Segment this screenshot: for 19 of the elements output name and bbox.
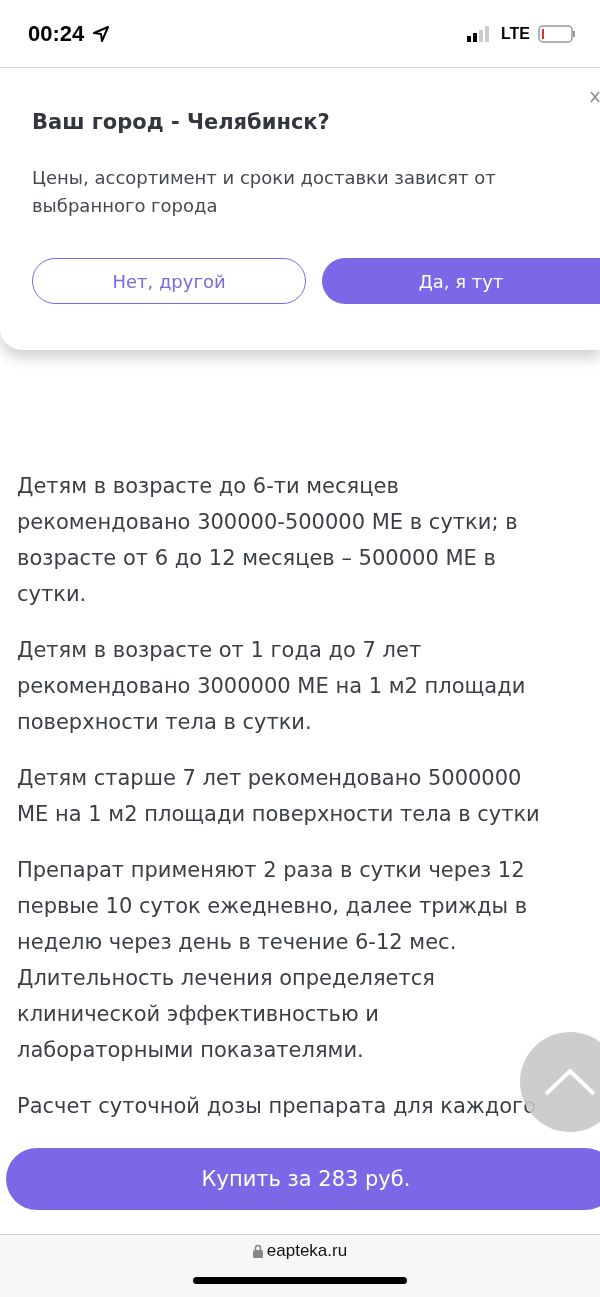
chevron-up-icon bbox=[544, 1068, 596, 1096]
paragraph: Расчет суточной дозы препарата для каждого bbox=[17, 1093, 537, 1120]
confirm-city-button[interactable]: Да, я тут bbox=[322, 258, 600, 304]
home-indicator[interactable] bbox=[193, 1277, 407, 1284]
other-city-button[interactable]: Нет, другой bbox=[32, 258, 306, 304]
paragraph: Детям в возрасте до 6-ти месяцев рекомендовано 300000-500000 МЕ в сутки; в возрасте от 6 до 12 месяцев – 500000 МЕ в сутки. bbox=[17, 473, 519, 608]
network-type: LTE bbox=[500, 24, 530, 43]
lock-icon bbox=[252, 1244, 263, 1258]
popup-title: Ваш город - Челябинск? bbox=[32, 110, 330, 134]
close-icon[interactable] bbox=[590, 90, 600, 104]
paragraph: Детям в возрасте от 1 года до 7 лет рекомендовано 3000000 МЕ на 1 м2 площади поверхности тела в сутки. bbox=[17, 637, 527, 736]
paragraph: Препарат применяют 2 раза в сутки через 12 первые 10 суток ежедневно, далее трижды в неделю через день в течение 6-12 мес. Длительность лечения определяется клинической эффективностью и лабораторными показателями. bbox=[17, 857, 529, 1064]
location-arrow-icon bbox=[92, 24, 111, 43]
buy-button[interactable]: Купить за 283 руб. bbox=[6, 1148, 600, 1210]
popup-text: Цены, ассортимент и сроки доставки зависят от выбранного города bbox=[32, 166, 497, 218]
page-url[interactable]: eapteka.ru bbox=[266, 1241, 348, 1261]
battery-icon bbox=[538, 24, 576, 43]
clock-time: 00:24 bbox=[28, 20, 85, 47]
paragraph: Детям старше 7 лет рекомендовано 5000000 МЕ на 1 м2 площади поверхности тела в сутки bbox=[17, 765, 541, 828]
